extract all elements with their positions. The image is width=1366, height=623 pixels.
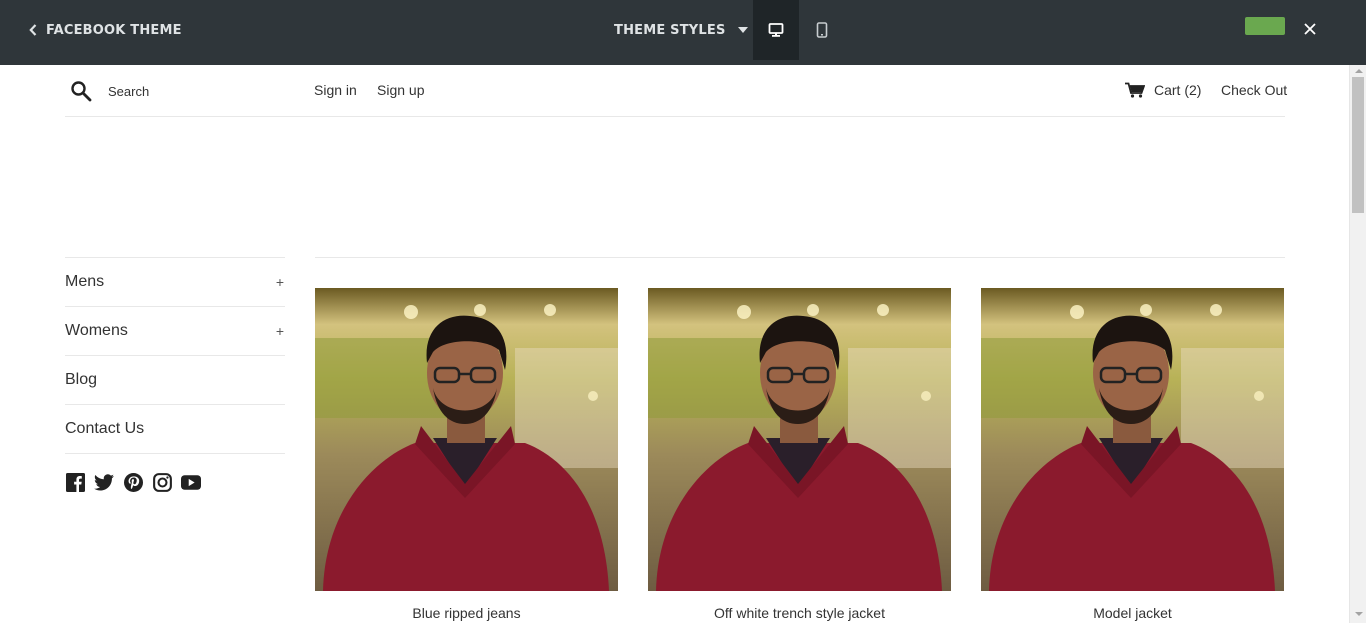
cart-link[interactable]: Cart (2) <box>1125 82 1201 98</box>
pinterest-icon[interactable] <box>123 472 143 492</box>
youtube-icon[interactable] <box>181 472 201 492</box>
mobile-view-button[interactable] <box>799 0 845 60</box>
scroll-down-arrow-icon[interactable] <box>1355 612 1363 616</box>
expand-plus-icon[interactable]: + <box>276 274 284 290</box>
close-editor-button[interactable] <box>1300 19 1320 39</box>
sidebar-item-contact-us[interactable]: Contact Us <box>65 405 285 454</box>
desktop-view-button[interactable] <box>753 0 799 60</box>
search-input[interactable] <box>100 80 290 102</box>
cart-icon <box>1125 82 1145 98</box>
desktop-icon <box>768 23 784 37</box>
facebook-icon[interactable] <box>65 472 85 492</box>
product-image[interactable] <box>981 288 1284 591</box>
expand-plus-icon[interactable]: + <box>276 323 284 339</box>
close-icon <box>1304 23 1316 35</box>
mobile-icon <box>816 22 828 38</box>
sidebar-item-mens[interactable]: Mens + <box>65 258 285 307</box>
product-card[interactable]: Off white trench style jacket <box>648 288 951 621</box>
sign-up-link[interactable]: Sign up <box>377 82 424 98</box>
product-title[interactable]: Model jacket <box>981 605 1284 621</box>
cart-label: Cart (2) <box>1154 82 1202 98</box>
caret-down-icon <box>737 27 748 33</box>
sidebar-nav: Mens + Womens + Blog Contact Us <box>65 257 285 454</box>
product-card[interactable]: Blue ripped jeans <box>315 288 618 621</box>
social-links <box>65 472 210 492</box>
product-card[interactable]: Model jacket <box>981 288 1284 621</box>
sidebar-item-label: Contact Us <box>65 420 145 437</box>
save-button[interactable] <box>1245 17 1285 35</box>
product-title[interactable]: Blue ripped jeans <box>315 605 618 621</box>
theme-styles-dropdown[interactable]: THEME STYLES <box>614 19 748 41</box>
sidebar-item-label: Womens <box>65 322 128 339</box>
scrollbar-thumb[interactable] <box>1352 77 1364 213</box>
collection-divider <box>315 257 1285 258</box>
scroll-up-arrow-icon[interactable] <box>1355 69 1363 73</box>
back-to-theme-button[interactable]: FACEBOOK THEME <box>29 19 182 41</box>
header-divider <box>65 116 1285 117</box>
search-icon[interactable] <box>70 80 92 102</box>
sidebar-item-label: Mens <box>65 273 105 290</box>
editor-toolbar: FACEBOOK THEME THEME STYLES <box>0 0 1366 65</box>
theme-name-label: FACEBOOK THEME <box>46 22 182 38</box>
product-image[interactable] <box>648 288 951 591</box>
theme-styles-label: THEME STYLES <box>614 22 726 38</box>
product-title[interactable]: Off white trench style jacket <box>648 605 951 621</box>
sidebar-item-label: Blog <box>65 371 98 388</box>
chevron-left-icon <box>29 24 37 36</box>
checkout-link[interactable]: Check Out <box>1221 82 1287 98</box>
product-image[interactable] <box>315 288 618 591</box>
sidebar-item-blog[interactable]: Blog <box>65 356 285 405</box>
sign-in-link[interactable]: Sign in <box>314 82 357 98</box>
instagram-icon[interactable] <box>152 472 172 492</box>
sidebar-item-womens[interactable]: Womens + <box>65 307 285 356</box>
page-scrollbar[interactable] <box>1349 65 1366 623</box>
twitter-icon[interactable] <box>94 472 114 492</box>
